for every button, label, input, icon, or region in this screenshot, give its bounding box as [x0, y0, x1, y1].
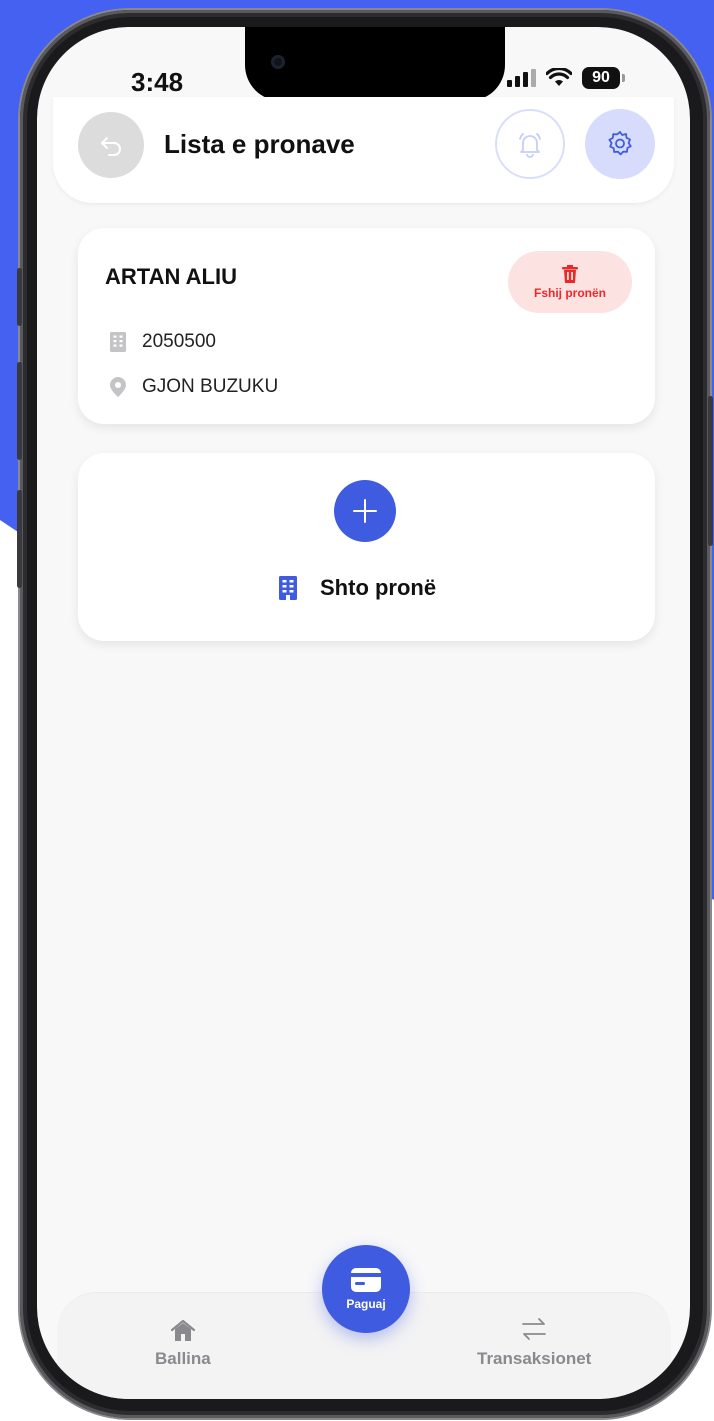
battery-level: 90: [592, 69, 610, 86]
delete-property-button[interactable]: Fshij pronën: [508, 251, 632, 313]
property-id: 2050500: [142, 331, 216, 352]
add-property-label-row: Shto pronë: [278, 575, 436, 601]
add-property-card[interactable]: Shto pronë: [78, 453, 655, 641]
phone-side-button: [17, 362, 22, 460]
phone-side-button: [17, 490, 22, 588]
page-title: Lista e pronave: [164, 129, 355, 159]
nav-label-home: Ballina: [155, 1349, 211, 1368]
location-pin-icon: [110, 377, 126, 397]
trash-icon: [562, 265, 578, 283]
wifi-icon: [546, 68, 572, 86]
card-icon: [351, 1268, 381, 1292]
plus-icon: [353, 499, 377, 523]
transfer-arrows-icon: [522, 1318, 547, 1340]
property-card[interactable]: ARTAN ALIU Fshij pronën 2050500 GJON BUZ…: [78, 228, 655, 424]
add-property-label: Shto pronë: [320, 575, 437, 600]
phone-side-button: [708, 396, 713, 546]
nav-item-transactions[interactable]: Transaksionet: [477, 1315, 591, 1369]
app-screen: 3:48 90 Lista e pronave ARTAN ALIU Fshij…: [37, 27, 690, 1399]
bell-icon: [519, 133, 541, 158]
battery-icon: 90: [582, 67, 625, 89]
pay-button[interactable]: Paguaj: [322, 1245, 410, 1333]
nav-label-transactions: Transaksionet: [477, 1349, 592, 1368]
settings-button[interactable]: [585, 109, 655, 179]
signal-icon: [507, 69, 536, 87]
building-icon: [279, 576, 297, 600]
status-icons: 90: [507, 67, 625, 89]
home-icon: [170, 1319, 195, 1341]
back-arrow-icon: [101, 137, 121, 156]
pay-label: Paguaj: [346, 1297, 386, 1311]
property-address-row: GJON BUZUKU: [108, 376, 278, 398]
building-icon: [110, 332, 126, 352]
notifications-button[interactable]: [495, 109, 565, 179]
property-address: GJON BUZUKU: [142, 376, 279, 397]
owner-name: ARTAN ALIU: [105, 264, 237, 289]
status-time: 3:48: [131, 67, 184, 97]
gear-icon: [608, 131, 632, 156]
back-button[interactable]: [78, 112, 144, 178]
app-header: Lista e pronave: [53, 97, 674, 203]
property-id-row: 2050500: [108, 331, 216, 353]
add-property-button[interactable]: [334, 480, 396, 542]
delete-property-label: Fshij pronën: [534, 286, 606, 300]
camera: [271, 55, 285, 69]
phone-side-button: [17, 268, 22, 326]
nav-item-home[interactable]: Ballina: [155, 1319, 211, 1369]
notch: [245, 27, 505, 101]
